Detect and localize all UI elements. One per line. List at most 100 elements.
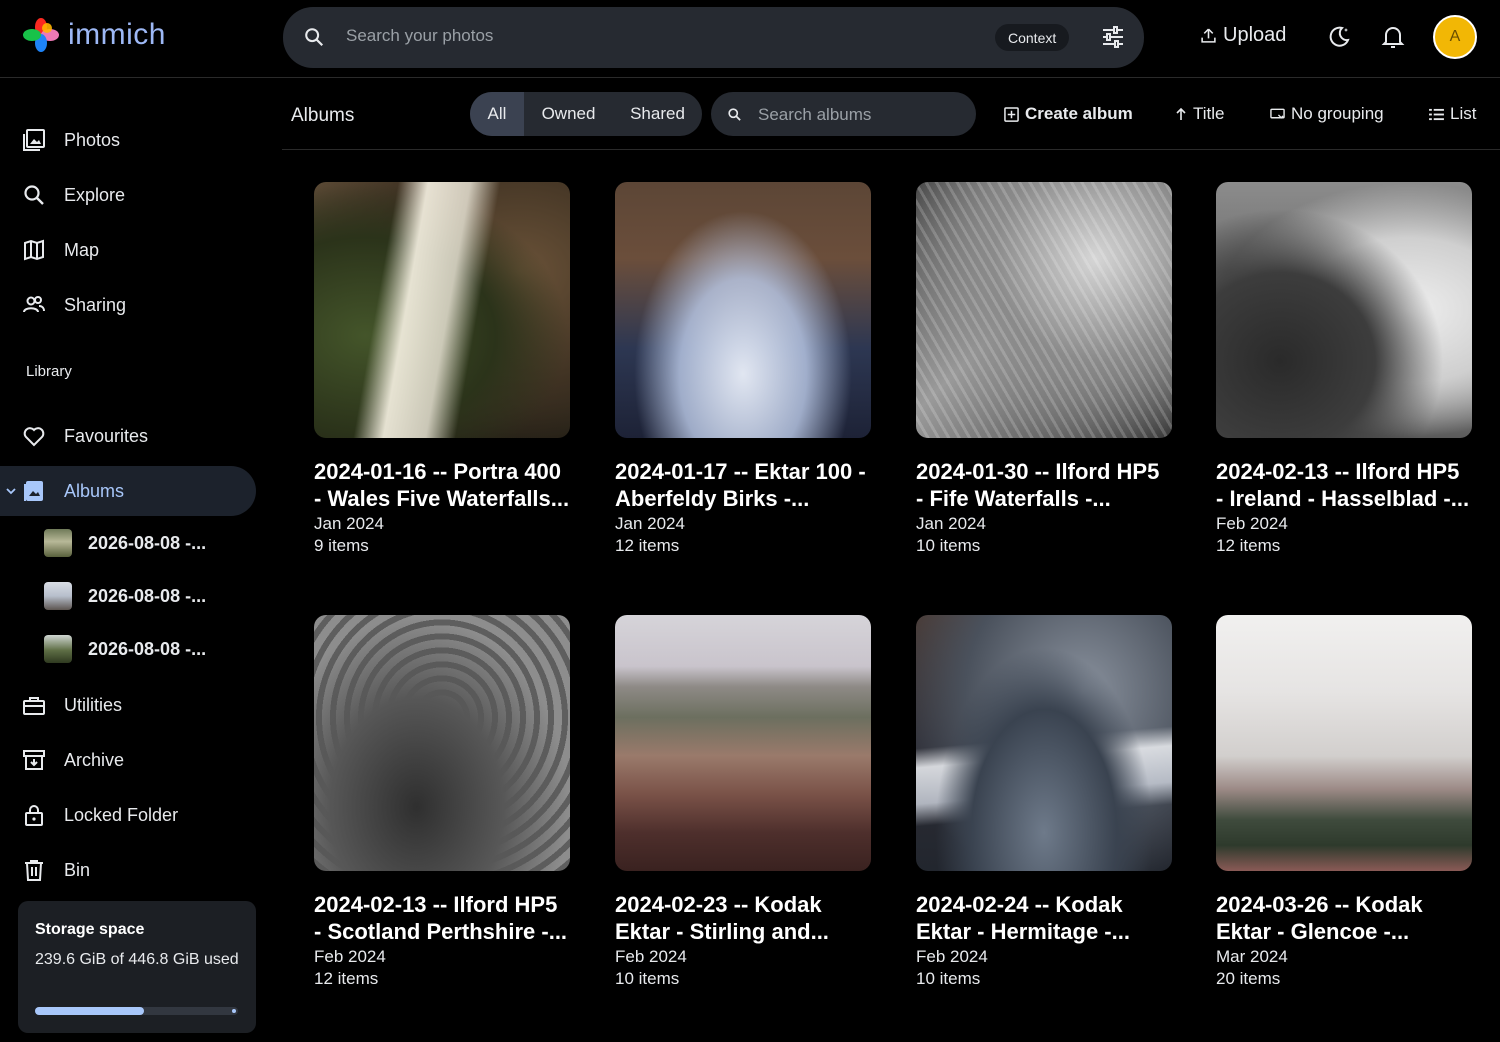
user-avatar[interactable]: A [1433,15,1477,59]
albums-toolbar: Albums All Owned Shared Search albums Cr… [282,79,1500,150]
lock-icon [25,805,43,826]
album-date: Jan 2024 [916,514,986,533]
album-item-count: 12 items [1216,536,1281,555]
filter-all-button[interactable]: All [470,92,524,136]
storage-usage-bar [35,1007,238,1015]
album-card[interactable]: 2024-02-24 -- Kodak Ektar - Hermitage -.… [916,615,1172,990]
heart-icon [23,427,45,447]
upload-button[interactable]: Upload [1200,24,1286,47]
chevron-down-icon[interactable] [5,486,17,496]
sidebar-item-albums[interactable]: Albums [0,466,256,516]
album-cover[interactable] [314,182,570,438]
app-logo[interactable]: immich [22,16,166,54]
photo-search-input[interactable]: Search your photos [346,26,493,46]
sidebar-item-locked-folder[interactable]: Locked Folder [0,790,256,840]
album-card[interactable]: 2024-02-13 -- Ilford HP5 - Scotland Pert… [314,615,570,990]
sidebar-item-label: Utilities [64,694,123,715]
sub-album-label: 2026-08-08 -... [88,638,207,659]
album-item-count: 10 items [615,969,680,988]
sidebar-sub-album[interactable]: 2026-08-08 -... [44,629,206,669]
album-date: Jan 2024 [314,514,384,533]
sidebar: Photos Explore Map Sharing Library Favou… [0,79,270,1042]
album-cover[interactable] [916,182,1172,438]
storage-bar-end-dot [232,1009,236,1013]
album-title[interactable]: 2024-02-13 -- Ilford HP5 - Scotland Pert… [314,891,570,945]
sidebar-item-label: Sharing [64,294,127,315]
album-cover[interactable] [314,615,570,871]
storage-usage: 239.6 GiB of 446.8 GiB used [35,951,239,968]
album-title[interactable]: 2024-01-30 -- Ilford HP5 - Fife Waterfal… [916,458,1172,512]
trash-icon [25,860,43,881]
sidebar-item-explore[interactable]: Explore [0,170,256,220]
album-card[interactable]: 2024-02-23 -- Kodak Ektar - Stirling and… [615,615,871,990]
notifications-bell-icon[interactable] [1381,24,1405,50]
album-icon [24,481,43,501]
album-item-count: 9 items [314,536,369,555]
sidebar-item-map[interactable]: Map [0,225,256,275]
create-album-button[interactable]: Create album [1004,104,1133,124]
sidebar-item-favourites[interactable]: Favourites [0,411,256,461]
grouping-icon [1270,108,1285,119]
sidebar-item-label: Favourites [64,425,149,446]
sidebar-item-sharing[interactable]: Sharing [0,280,256,330]
album-date: Jan 2024 [615,514,685,533]
album-card[interactable]: 2024-01-17 -- Ektar 100 - Aberfeldy Birk… [615,182,871,557]
sidebar-item-bin[interactable]: Bin [0,845,256,895]
context-toggle[interactable]: Context [995,24,1070,51]
sidebar-item-label: Bin [64,859,91,880]
app-name: immich [68,18,166,51]
album-thumbnail [44,635,72,663]
album-item-count: 20 items [1216,969,1281,988]
sidebar-item-label: Locked Folder [64,804,179,825]
album-card[interactable]: 2024-01-16 -- Portra 400 - Wales Five Wa… [314,182,570,557]
album-date: Feb 2024 [916,947,988,966]
sidebar-sub-album[interactable]: 2026-08-08 -... [44,523,206,563]
photo-search-bar[interactable]: Search your photos Context [283,7,1144,68]
search-icon[interactable] [303,26,325,48]
album-title[interactable]: 2024-02-23 -- Kodak Ektar - Stirling and… [615,891,871,945]
sidebar-sub-album[interactable]: 2026-08-08 -... [44,576,206,616]
grouping-button[interactable]: No grouping [1270,104,1384,124]
album-card[interactable]: 2024-03-26 -- Kodak Ektar - Glencoe -...… [1216,615,1472,990]
filter-sliders-icon[interactable] [1101,25,1125,49]
album-search-field[interactable]: Search albums [711,92,976,136]
sort-button[interactable]: Title [1175,104,1225,124]
album-card[interactable]: 2024-02-13 -- Ilford HP5 - Ireland - Has… [1216,182,1472,557]
album-date: Feb 2024 [615,947,687,966]
album-item-count: 10 items [916,536,981,555]
view-mode-button[interactable]: List [1429,104,1476,124]
filter-shared-button[interactable]: Shared [613,92,702,136]
album-cover[interactable] [615,182,871,438]
create-album-label: Create album [1025,104,1133,123]
album-thumbnail [44,529,72,557]
album-cover[interactable] [916,615,1172,871]
search-icon [24,185,44,205]
album-title[interactable]: 2024-03-26 -- Kodak Ektar - Glencoe -... [1216,891,1472,945]
album-title[interactable]: 2024-02-13 -- Ilford HP5 - Ireland - Has… [1216,458,1472,512]
sort-label: Title [1193,104,1225,123]
album-cover[interactable] [615,615,871,871]
arrow-up-icon [1176,107,1186,120]
album-cover[interactable] [1216,182,1472,438]
theme-toggle-icon[interactable] [1327,25,1351,49]
album-title[interactable]: 2024-01-17 -- Ektar 100 - Aberfeldy Birk… [615,458,871,512]
sidebar-item-utilities[interactable]: Utilities [0,680,256,730]
view-mode-label: List [1450,104,1477,123]
sidebar-item-label: Albums [64,480,125,501]
album-search-input[interactable]: Search albums [758,105,871,125]
album-card[interactable]: 2024-01-30 -- Ilford HP5 - Fife Waterfal… [916,182,1172,557]
filter-owned-button[interactable]: Owned [524,92,613,136]
sidebar-item-archive[interactable]: Archive [0,735,256,785]
storage-usage-fill [35,1007,144,1015]
album-date: Mar 2024 [1216,947,1288,966]
map-icon [24,239,44,261]
album-cover[interactable] [1216,615,1472,871]
top-bar: immich Search your photos Context Upload… [0,0,1500,78]
sidebar-item-photos[interactable]: Photos [0,115,256,165]
album-title[interactable]: 2024-01-16 -- Portra 400 - Wales Five Wa… [314,458,570,512]
archive-icon [23,750,45,770]
search-icon [728,108,741,121]
upload-icon [1201,28,1216,43]
album-title[interactable]: 2024-02-24 -- Kodak Ektar - Hermitage -.… [916,891,1172,945]
immich-logo-icon [23,18,59,52]
